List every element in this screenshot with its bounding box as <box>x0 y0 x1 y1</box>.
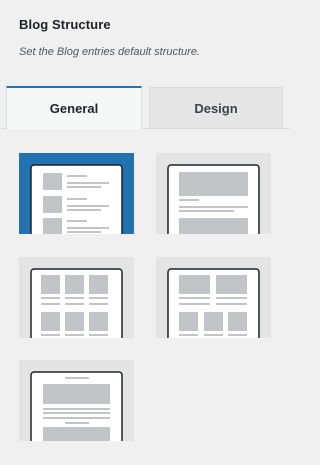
layout-option-single-column-title-top[interactable] <box>19 360 134 441</box>
layout-list-thumbnails-icon <box>30 164 123 234</box>
layout-option-list-thumbnails[interactable] <box>19 153 134 234</box>
tab-general[interactable]: General <box>6 86 142 129</box>
layout-single-column-title-top-icon <box>30 371 123 441</box>
layout-option-grid-mixed[interactable] <box>156 257 271 338</box>
layout-grid-three-columns-icon <box>30 268 123 338</box>
layout-single-column-large-icon <box>167 164 260 234</box>
layout-option-single-column-large[interactable] <box>156 153 271 234</box>
layout-grid-mixed-icon <box>167 268 260 338</box>
layout-grid <box>0 0 290 465</box>
layout-option-grid-three-columns[interactable] <box>19 257 134 338</box>
